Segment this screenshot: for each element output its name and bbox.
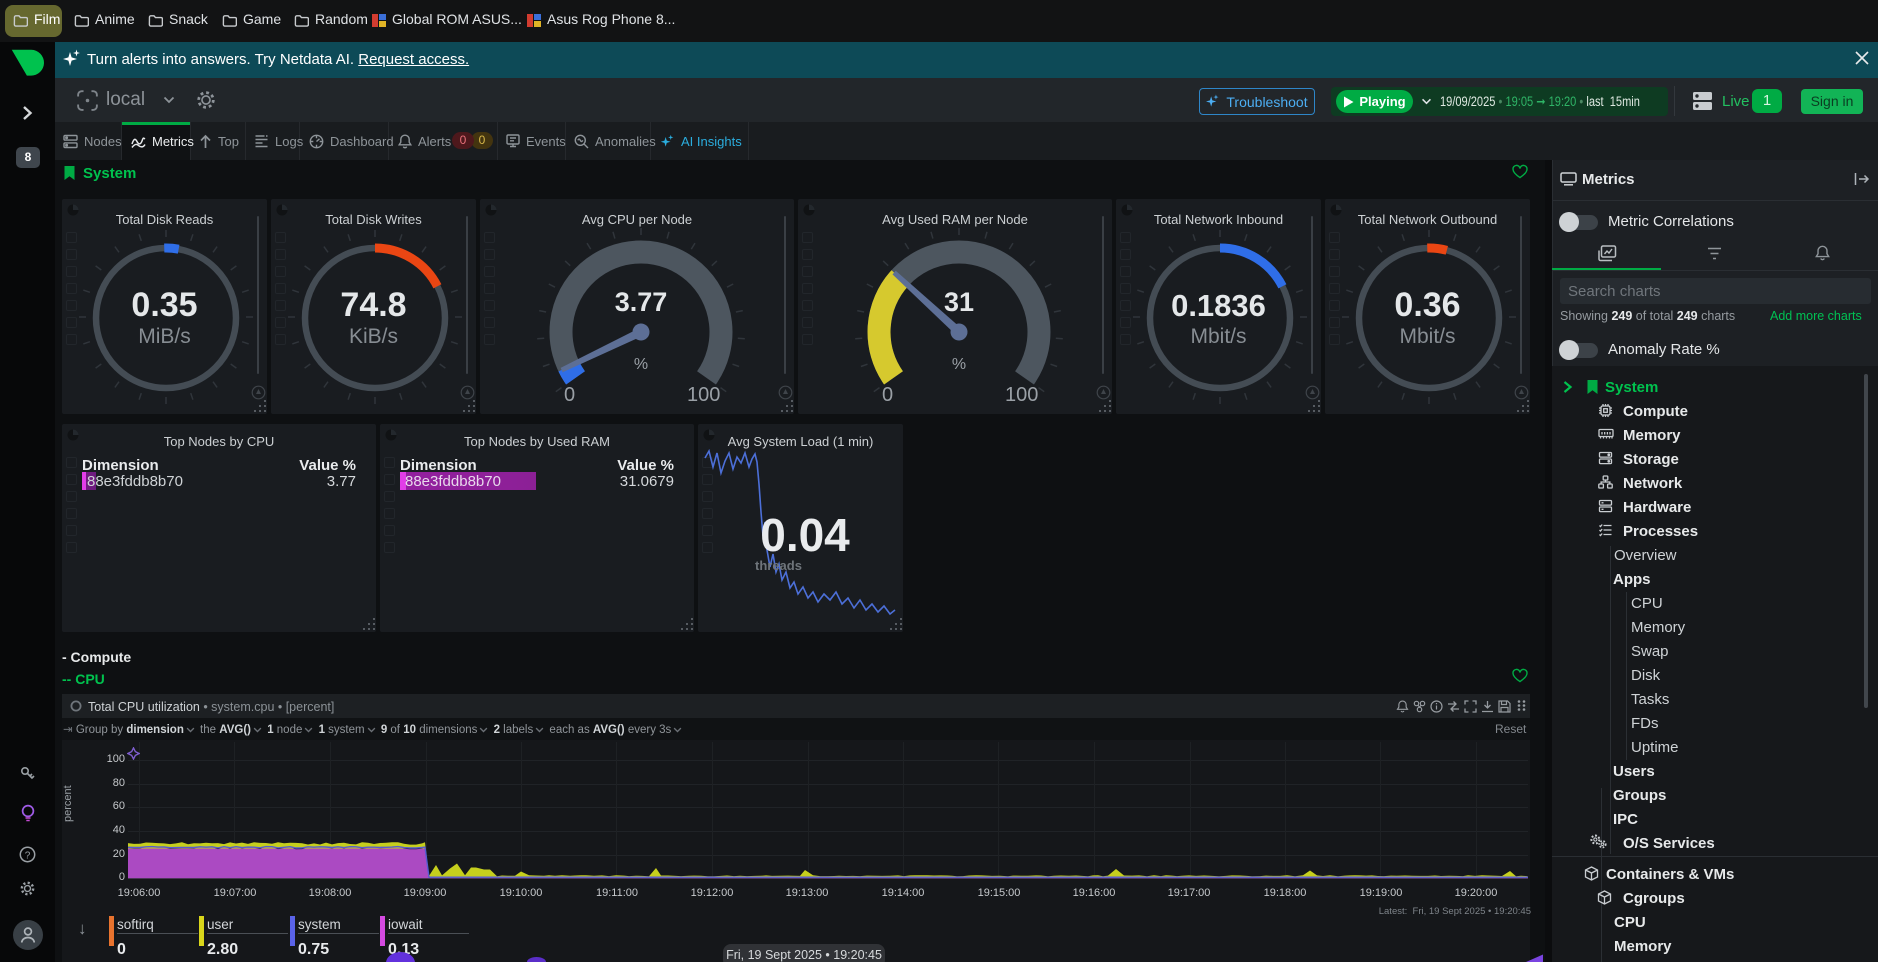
- svg-text:?: ?: [25, 850, 31, 861]
